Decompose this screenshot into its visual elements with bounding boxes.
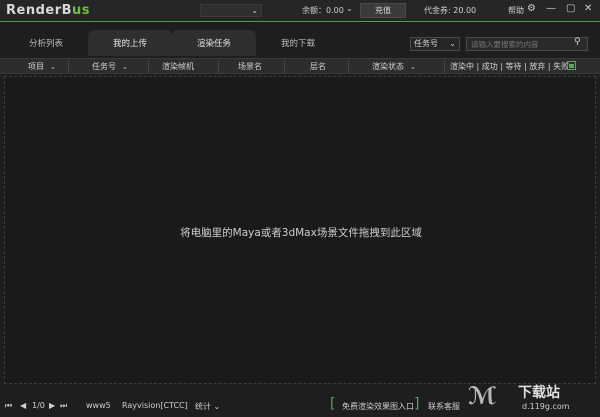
column-divider (284, 60, 285, 73)
free-render-link[interactable]: 免费渲染效果图入口 (342, 401, 414, 412)
stats-dropdown[interactable]: 统计 ⌄ (195, 401, 220, 412)
last-page-icon[interactable]: ⏭ (60, 401, 67, 411)
tab-uploads[interactable]: 我的上传 (88, 30, 172, 56)
column-divider (218, 60, 219, 73)
chevron-down-icon: ⌄ (449, 39, 456, 48)
help-link[interactable]: 帮助 (508, 5, 524, 16)
table-header: 项目 ⌄ 任务号 ⌄ 渲染帧机 场景名 层名 渲染状态 ⌄ 渲染中 | 成功 | 等待… (0, 58, 600, 74)
chevron-down-icon[interactable]: ⌄ (346, 4, 353, 13)
task-filter-select[interactable]: 任务号 ⌄ (410, 37, 460, 51)
chevron-down-icon: ⌄ (50, 63, 56, 71)
file-drop-area[interactable]: 将电脑里的Maya或者3dMax场景文件拖拽到此区域 (4, 76, 596, 384)
chevron-down-icon: ⌄ (410, 63, 416, 71)
maximize-icon[interactable]: ▢ (566, 3, 575, 14)
prev-page-icon[interactable]: ◀ (20, 401, 26, 410)
column-task-id[interactable]: 任务号 ⌄ (92, 61, 128, 72)
next-page-icon[interactable]: ▶ (49, 401, 55, 410)
balance-label: 余额：0.00 (302, 6, 344, 15)
customer-service-link[interactable]: 联系客服 (428, 401, 460, 412)
app-logo: RenderBus (6, 3, 91, 18)
bracket-right-icon: ] (414, 396, 420, 412)
column-frame-counts[interactable]: 渲染中 | 成功 | 等待 | 放弃 | 失败 (450, 61, 569, 72)
column-project[interactable]: 项目 ⌄ (28, 61, 56, 72)
column-divider (68, 60, 69, 73)
recharge-button[interactable]: 充值 (360, 3, 406, 18)
tab-downloads[interactable]: 我的下载 (256, 30, 340, 56)
gear-icon[interactable]: ⚙ (527, 3, 536, 14)
column-divider (148, 60, 149, 73)
column-render-frames[interactable]: 渲染帧机 (162, 61, 194, 72)
title-bar: RenderBus ⌄ 余额：0.00 ⌄ 充值 代金券: 20.00 帮助 ⚙… (0, 0, 600, 22)
watermark-logo: ℳ (468, 382, 496, 410)
watermark-title: 下载站 (518, 385, 560, 401)
watermark-url: d.119g.com (522, 402, 570, 411)
chevron-down-icon: ⌄ (213, 402, 221, 411)
page-indicator: 1/0 (32, 401, 45, 410)
column-divider (444, 60, 445, 73)
column-scene-name[interactable]: 场景名 (238, 61, 262, 72)
close-icon[interactable]: ✕ (584, 3, 592, 14)
drop-hint: 将电脑里的Maya或者3dMax场景文件拖拽到此区域 (180, 227, 422, 239)
search-icon[interactable]: ⚲ (574, 37, 581, 47)
account-dropdown[interactable]: ⌄ (200, 4, 262, 17)
tab-render-tasks[interactable]: 渲染任务 (172, 30, 256, 56)
search-input[interactable] (466, 37, 588, 51)
chart-icon[interactable] (567, 61, 576, 70)
site-watermark: ℳ 下载站 d.119g.com (468, 380, 596, 416)
column-render-status[interactable]: 渲染状态 ⌄ (372, 61, 416, 72)
chevron-down-icon: ⌄ (251, 6, 258, 15)
bracket-left-icon: [ (330, 396, 336, 412)
username-label: www5 (86, 401, 111, 410)
minimize-icon[interactable]: — (546, 3, 556, 14)
chevron-down-icon: ⌄ (122, 63, 128, 71)
column-layer-name[interactable]: 层名 (310, 61, 326, 72)
tab-analysis[interactable]: 分析列表 (4, 30, 88, 56)
column-divider (348, 60, 349, 73)
coupon-label: 代金券: 20.00 (424, 6, 477, 15)
server-label[interactable]: Rayvision[CTCC] (122, 401, 188, 410)
first-page-icon[interactable]: ⏮ (5, 401, 12, 411)
